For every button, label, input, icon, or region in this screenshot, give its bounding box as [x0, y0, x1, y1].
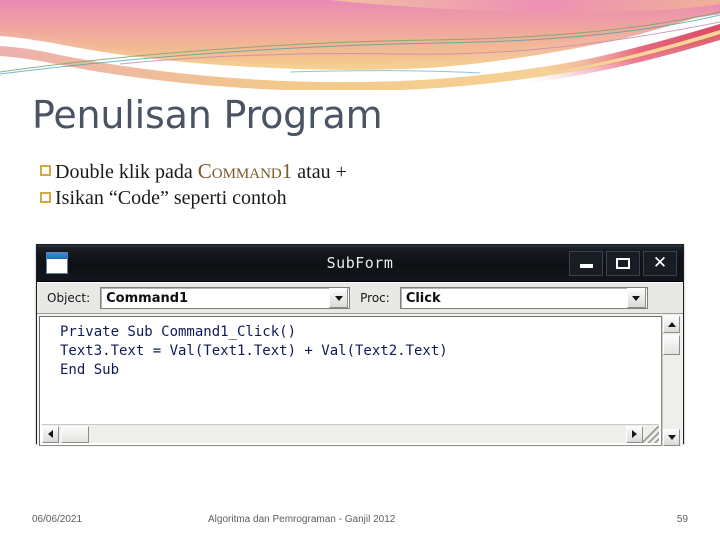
scroll-right-button[interactable]	[626, 425, 643, 443]
hollow-square-bullet-icon	[40, 192, 51, 203]
footer-course-title: Algoritma dan Pemrograman - Ganjil 2012	[208, 514, 396, 525]
horizontal-scrollbar[interactable]	[42, 424, 659, 443]
list-item-text: Double klik pada Command1 atau +	[55, 158, 347, 185]
scroll-down-button[interactable]	[663, 429, 680, 446]
maximize-button[interactable]	[606, 250, 640, 276]
form-window-icon	[46, 252, 68, 274]
arrow-up-icon	[667, 322, 676, 327]
command-keyword: Command1	[197, 159, 293, 183]
footer-page-number: 59	[676, 514, 688, 525]
chevron-down-icon[interactable]	[329, 288, 349, 308]
page-title: Penulisan Program	[32, 93, 383, 137]
proc-dropdown-value: Click	[405, 290, 441, 306]
vertical-scroll-track[interactable]	[663, 355, 681, 429]
maximize-icon	[616, 257, 630, 269]
proc-dropdown[interactable]: Click	[399, 287, 648, 309]
slide-header-decoration	[0, 0, 720, 90]
footer-date: 06/06/2021	[32, 514, 83, 525]
window-controls: ✕	[569, 250, 677, 276]
list-item: Isikan “Code” seperti contoh	[40, 185, 600, 211]
object-label: Object:	[47, 291, 91, 305]
arrow-down-icon	[667, 435, 676, 440]
vertical-scrollbar[interactable]	[662, 316, 681, 446]
proc-label: Proc:	[360, 291, 390, 305]
scroll-left-button[interactable]	[42, 425, 59, 443]
window-titlebar[interactable]: SubForm ✕	[37, 245, 683, 282]
code-text: Private Sub Command1_Click() Text3.Text …	[60, 324, 448, 378]
close-button[interactable]: ✕	[643, 250, 677, 276]
header-swoosh-graphic	[0, 0, 720, 90]
bullet-text-segment: Double klik pada	[55, 161, 198, 183]
vertical-scroll-thumb[interactable]	[663, 335, 680, 355]
bullet-list: Double klik pada Command1 atau + Isikan …	[40, 158, 600, 211]
slide-footer: 06/06/2021 Algoritma dan Pemrograman - G…	[0, 514, 720, 530]
list-item: Double klik pada Command1 atau +	[40, 158, 600, 185]
hollow-square-bullet-icon	[40, 165, 51, 176]
editor-body: Private Sub Command1_Click() Text3.Text …	[37, 314, 683, 446]
object-dropdown-value: Command1	[106, 290, 189, 306]
bullet-text-segment: atau +	[292, 161, 347, 183]
code-editor-window: SubForm ✕ Object: Command1 Proc: Click P…	[36, 244, 684, 446]
minimize-icon	[579, 264, 593, 268]
chevron-down-icon[interactable]	[626, 288, 646, 308]
minimize-button[interactable]	[569, 250, 603, 276]
resize-grip-icon[interactable]	[643, 425, 659, 443]
horizontal-scroll-thumb[interactable]	[61, 425, 89, 443]
arrow-left-icon	[48, 430, 53, 438]
close-icon: ✕	[652, 252, 668, 273]
editor-toolbar: Object: Command1 Proc: Click	[37, 282, 683, 314]
scroll-up-button[interactable]	[663, 316, 680, 333]
code-pane[interactable]: Private Sub Command1_Click() Text3.Text …	[39, 316, 662, 446]
arrow-right-icon	[632, 430, 637, 438]
object-dropdown[interactable]: Command1	[100, 287, 351, 309]
list-item-text: Isikan “Code” seperti contoh	[55, 187, 287, 209]
